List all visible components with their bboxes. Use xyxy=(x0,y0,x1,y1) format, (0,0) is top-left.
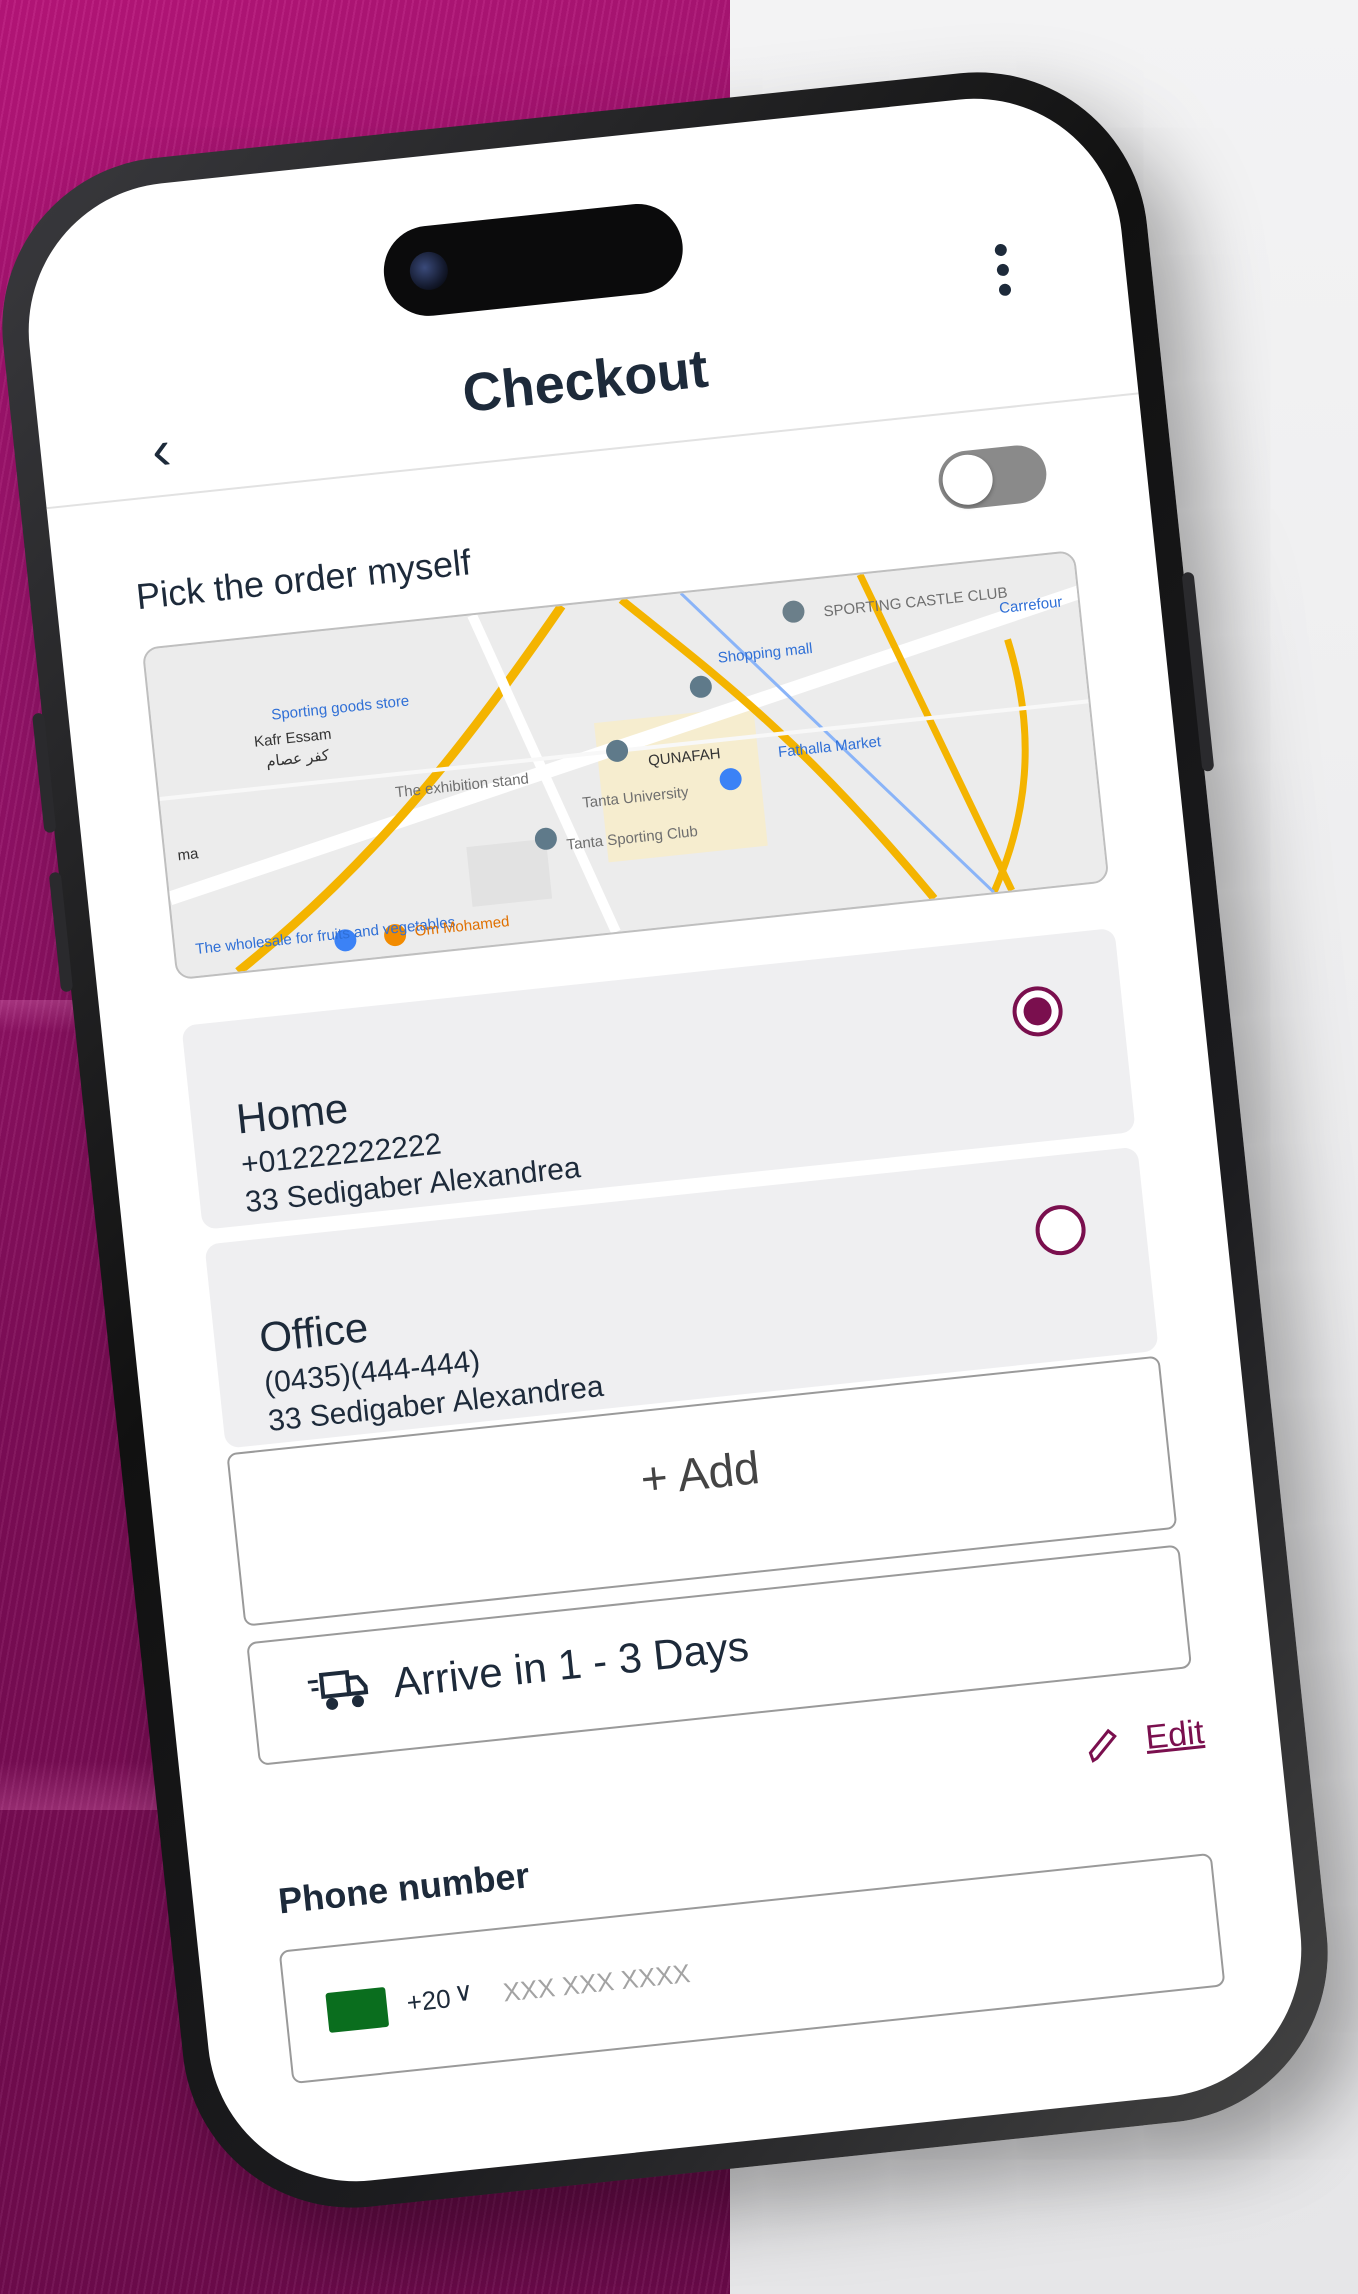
address-name: Home xyxy=(234,1084,351,1143)
egypt-flag-icon[interactable] xyxy=(325,1986,390,2033)
toggle-knob xyxy=(940,452,996,508)
pencil-icon[interactable] xyxy=(1084,1724,1122,1765)
phone-number-label: Phone number xyxy=(276,1854,532,1922)
phone-screen: ‹ Checkout Pick the order myself Kafr Es… xyxy=(14,84,1316,2196)
phone-mockup: ‹ Checkout Pick the order myself Kafr Es… xyxy=(0,55,1345,2225)
country-code[interactable]: +20 xyxy=(405,1983,452,2018)
edit-link[interactable]: Edit xyxy=(1144,1713,1206,1758)
map-label: ma xyxy=(176,845,200,865)
shipping-label: Arrive in 1 - 3 Days xyxy=(390,1622,751,1707)
truck-icon xyxy=(307,1669,369,1710)
map-view[interactable]: Kafr Essam كفر عصام The exhibition stand… xyxy=(141,549,1110,981)
dynamic-island xyxy=(379,199,688,321)
radio-selected-icon[interactable] xyxy=(1010,983,1066,1039)
radio-unselected-icon[interactable] xyxy=(1033,1202,1089,1258)
dot-icon xyxy=(994,243,1008,257)
phone-number-input[interactable] xyxy=(498,1929,886,2016)
address-name: Office xyxy=(257,1303,371,1362)
pickup-label: Pick the order myself xyxy=(134,541,473,618)
page-title: Checkout xyxy=(459,338,711,424)
camera-icon xyxy=(407,250,450,292)
dot-icon xyxy=(998,283,1012,297)
chevron-down-icon[interactable]: ∨ xyxy=(452,1976,474,2009)
pickup-toggle[interactable] xyxy=(935,442,1050,512)
dot-icon xyxy=(996,263,1010,277)
